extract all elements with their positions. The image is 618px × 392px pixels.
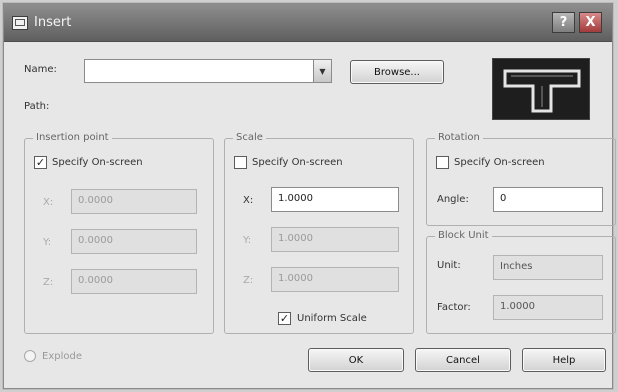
uniform-scale-label: Uniform Scale [297,313,367,324]
angle-input[interactable]: 0 [493,187,603,212]
scale-specify-label: Specify On-screen [252,157,343,168]
name-combo[interactable]: ▼ [84,59,332,83]
scale-x-label: X: [243,195,254,206]
insertion-point-group: Insertion point ✓ Specify On-screen X: 0… [24,132,214,334]
factor-label: Factor: [437,302,471,313]
scale-specify-checkbox[interactable] [234,156,247,169]
chevron-down-icon[interactable]: ▼ [313,60,331,82]
help-button[interactable]: Help [522,348,606,372]
ok-button[interactable]: OK [308,348,404,372]
rotation-specify-label: Specify On-screen [454,157,545,168]
rotation-group: Rotation Specify On-screen Angle: 0 [426,132,616,226]
explode-label: Explode [42,351,82,362]
path-label: Path: [24,101,50,112]
insertion-specify-checkbox[interactable]: ✓ [34,156,47,169]
insertion-y-input[interactable]: 0.0000 [71,229,197,254]
insertion-point-title: Insertion point [33,132,112,143]
uniform-scale-checkbox[interactable]: ✓ [278,312,291,325]
scale-y-input[interactable]: 1.0000 [271,227,399,252]
insertion-y-label: Y: [43,237,52,248]
explode-checkbox[interactable] [24,350,36,362]
app-icon [12,16,28,30]
rotation-specify-checkbox[interactable] [436,156,449,169]
block-unit-title: Block Unit [435,230,492,241]
factor-value: 1.0000 [493,295,603,320]
scale-title: Scale [233,132,266,143]
insertion-z-input[interactable]: 0.0000 [71,269,197,294]
block-preview-image [503,69,581,113]
name-label: Name: [24,64,57,75]
angle-label: Angle: [437,194,469,205]
unit-label: Unit: [437,260,461,271]
scale-z-input[interactable]: 1.0000 [271,267,399,292]
insertion-x-input[interactable]: 0.0000 [71,189,197,214]
browse-button[interactable]: Browse... [350,60,444,84]
scale-group: Scale Specify On-screen X: 1.0000 Y: 1.0… [224,132,414,334]
scale-z-label: Z: [243,275,254,286]
rotation-title: Rotation [435,132,483,143]
insert-dialog: Insert ? X Name: ▼ Browse... Path: Inser… [3,3,616,389]
block-unit-group: Block Unit Unit: Inches Factor: 1.0000 [426,230,616,334]
help-title-button[interactable]: ? [552,12,575,33]
block-preview [492,58,590,120]
insertion-specify-label: Specify On-screen [52,157,143,168]
title-bar: Insert ? X [4,4,612,42]
insertion-z-label: Z: [43,277,54,288]
scale-y-label: Y: [243,235,252,246]
unit-value: Inches [493,255,603,280]
scale-x-input[interactable]: 1.0000 [271,187,399,212]
window-title: Insert [34,15,72,30]
cancel-button[interactable]: Cancel [415,348,511,372]
insertion-x-label: X: [43,197,54,208]
close-button[interactable]: X [579,12,602,33]
